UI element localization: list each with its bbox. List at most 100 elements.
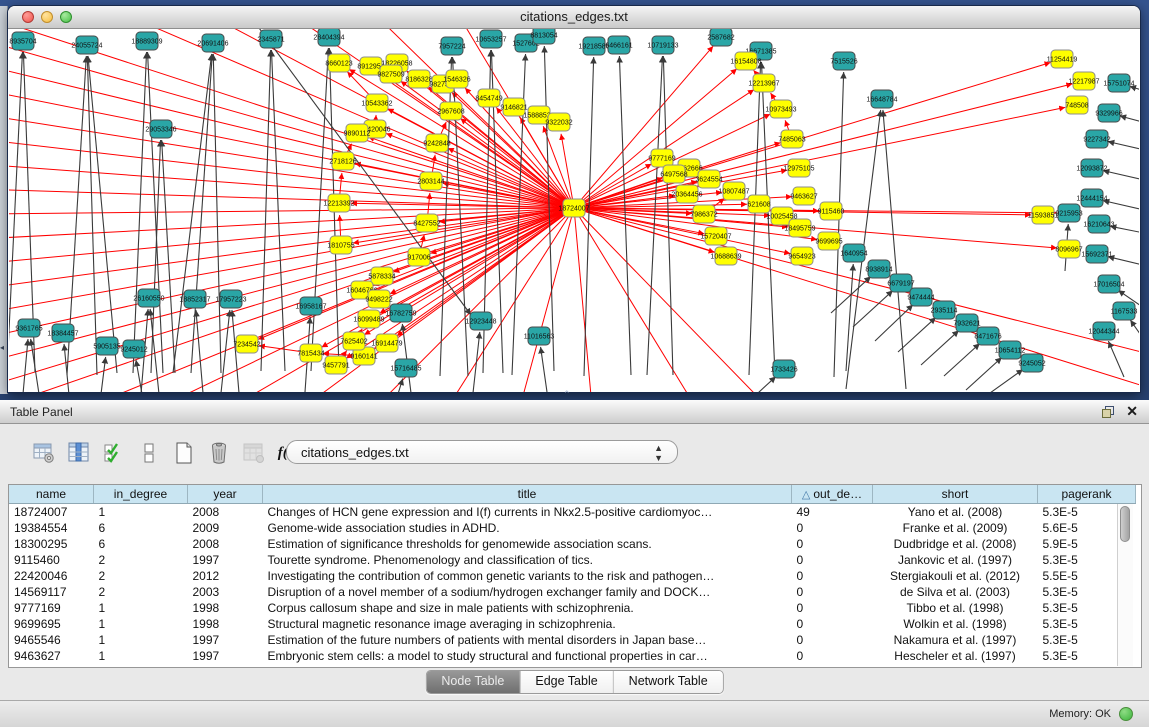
table-cell[interactable]: Franke et al. (2009) bbox=[873, 520, 1038, 536]
table-cell[interactable]: 1 bbox=[94, 600, 188, 616]
table-row[interactable]: 2242004622012Investigating the contribut… bbox=[9, 568, 1136, 584]
table-cell[interactable]: Genome-wide association studies in ADHD. bbox=[263, 520, 792, 536]
column-header-pagerank[interactable]: pagerank bbox=[1038, 485, 1136, 504]
table-cell[interactable]: 1997 bbox=[188, 552, 263, 568]
table-cell[interactable]: 9699695 bbox=[9, 616, 94, 632]
table-cell[interactable]: 2 bbox=[94, 568, 188, 584]
table-cell[interactable]: 2008 bbox=[188, 504, 263, 521]
collapse-left-arrow-icon[interactable]: ◂ bbox=[0, 344, 4, 352]
table-cell[interactable]: 0 bbox=[792, 568, 873, 584]
table-cell[interactable]: 1 bbox=[94, 648, 188, 664]
deselect-rows-icon[interactable] bbox=[135, 439, 163, 467]
table-cell[interactable]: Dudbridge et al. (2008) bbox=[873, 536, 1038, 552]
float-panel-icon[interactable] bbox=[1101, 405, 1115, 419]
table-cell[interactable]: 2008 bbox=[188, 536, 263, 552]
table-cell[interactable]: 6 bbox=[94, 536, 188, 552]
table-cell[interactable]: Jankovic et al. (1997) bbox=[873, 552, 1038, 568]
select-all-rows-icon[interactable] bbox=[100, 439, 128, 467]
table-cell[interactable]: Estimation of significance thresholds fo… bbox=[263, 536, 792, 552]
table-cell[interactable]: 0 bbox=[792, 616, 873, 632]
table-cell[interactable]: 19384554 bbox=[9, 520, 94, 536]
scrollbar-thumb[interactable] bbox=[1120, 506, 1130, 542]
table-cell[interactable]: 22420046 bbox=[9, 568, 94, 584]
table-cell[interactable]: 1 bbox=[94, 632, 188, 648]
network-canvas[interactable]: 1872400789357042405572418889309206914062… bbox=[9, 29, 1139, 392]
table-cell[interactable]: 18300295 bbox=[9, 536, 94, 552]
control-panel-splitter[interactable]: ◂ bbox=[0, 6, 8, 394]
table-cell[interactable]: 14569117 bbox=[9, 584, 94, 600]
select-column-icon[interactable] bbox=[65, 439, 93, 467]
citation-network-graph[interactable]: 1872400789357042405572418889309206914062… bbox=[9, 29, 1139, 392]
table-cell[interactable]: Tourette syndrome. Phenomenology and cla… bbox=[263, 552, 792, 568]
table-cell[interactable]: 0 bbox=[792, 600, 873, 616]
tab-network-table[interactable]: Network Table bbox=[614, 671, 723, 693]
node-table[interactable]: namein_degreeyeartitle△out_de…shortpager… bbox=[8, 484, 1142, 668]
tab-edge-table[interactable]: Edge Table bbox=[520, 671, 613, 693]
table-cell[interactable]: 9115460 bbox=[9, 552, 94, 568]
table-cell[interactable]: Disruption of a novel member of a sodium… bbox=[263, 584, 792, 600]
table-cell[interactable]: 2009 bbox=[188, 520, 263, 536]
table-cell[interactable]: 0 bbox=[792, 632, 873, 648]
table-cell[interactable]: Tibbo et al. (1998) bbox=[873, 600, 1038, 616]
column-header-short[interactable]: short bbox=[873, 485, 1038, 504]
table-cell[interactable]: 0 bbox=[792, 520, 873, 536]
tab-node-table[interactable]: Node Table bbox=[426, 671, 520, 693]
table-cell[interactable]: 9777169 bbox=[9, 600, 94, 616]
table-vertical-scrollbar[interactable] bbox=[1117, 504, 1133, 666]
table-cell[interactable]: 2 bbox=[94, 584, 188, 600]
table-cell[interactable]: Investigating the contribution of common… bbox=[263, 568, 792, 584]
table-cell[interactable]: Embryonic stem cells: a model to study s… bbox=[263, 648, 792, 664]
table-cell[interactable]: 9465546 bbox=[9, 632, 94, 648]
table-cell[interactable]: Structural magnetic resonance image aver… bbox=[263, 616, 792, 632]
table-cell[interactable]: 0 bbox=[792, 648, 873, 664]
table-row[interactable]: 1830029562008Estimation of significance … bbox=[9, 536, 1136, 552]
memory-status-indicator[interactable] bbox=[1119, 707, 1133, 721]
column-header-in_degree[interactable]: in_degree bbox=[94, 485, 188, 504]
table-cell[interactable]: 49 bbox=[792, 504, 873, 521]
table-row[interactable]: 911546021997Tourette syndrome. Phenomeno… bbox=[9, 552, 1136, 568]
table-cell[interactable]: 1 bbox=[94, 616, 188, 632]
table-cell[interactable]: Corpus callosum shape and size in male p… bbox=[263, 600, 792, 616]
table-cell[interactable]: de Silva et al. (2003) bbox=[873, 584, 1038, 600]
table-cell[interactable]: Wolkin et al. (1998) bbox=[873, 616, 1038, 632]
column-header-title[interactable]: title bbox=[263, 485, 792, 504]
new-table-icon[interactable] bbox=[170, 439, 198, 467]
table-cell[interactable]: 2 bbox=[94, 552, 188, 568]
table-row[interactable]: 1456911722003Disruption of a novel membe… bbox=[9, 584, 1136, 600]
import-table-icon[interactable] bbox=[240, 439, 268, 467]
table-row[interactable]: 946554611997Estimation of the future num… bbox=[9, 632, 1136, 648]
close-panel-icon[interactable]: ✕ bbox=[1126, 403, 1138, 420]
table-cell[interactable]: 2012 bbox=[188, 568, 263, 584]
table-cell[interactable]: 18724007 bbox=[9, 504, 94, 521]
table-cell[interactable]: 9463627 bbox=[9, 648, 94, 664]
table-cell[interactable]: Estimation of the future numbers of pati… bbox=[263, 632, 792, 648]
table-cell[interactable]: 1997 bbox=[188, 632, 263, 648]
table-cell[interactable]: Yano et al. (2008) bbox=[873, 504, 1038, 521]
table-row[interactable]: 1938455462009Genome-wide association stu… bbox=[9, 520, 1136, 536]
table-settings-icon[interactable] bbox=[30, 439, 58, 467]
delete-table-icon[interactable] bbox=[205, 439, 233, 467]
table-cell[interactable]: 6 bbox=[94, 520, 188, 536]
table-cell[interactable]: 1 bbox=[94, 504, 188, 521]
pane-split-grip[interactable]: ⌃ bbox=[563, 390, 571, 399]
table-cell[interactable]: 0 bbox=[792, 552, 873, 568]
table-cell[interactable]: Changes of HCN gene expression and I(f) … bbox=[263, 504, 792, 521]
table-cell[interactable]: Stergiakouli et al. (2012) bbox=[873, 568, 1038, 584]
table-row[interactable]: 946362711997Embryonic stem cells: a mode… bbox=[9, 648, 1136, 664]
table-cell[interactable]: 1998 bbox=[188, 616, 263, 632]
table-cell[interactable]: 0 bbox=[792, 536, 873, 552]
table-cell[interactable]: Nakamura et al. (1997) bbox=[873, 632, 1038, 648]
table-cell[interactable]: 0 bbox=[792, 584, 873, 600]
table-row[interactable]: 969969511998Structural magnetic resonanc… bbox=[9, 616, 1136, 632]
network-window-titlebar[interactable]: citations_edges.txt bbox=[8, 6, 1140, 29]
table-cell[interactable]: 2003 bbox=[188, 584, 263, 600]
table-cell[interactable]: Hescheler et al. (1997) bbox=[873, 648, 1038, 664]
table-selector-dropdown[interactable]: citations_edges.txt ▲▼ bbox=[286, 440, 678, 464]
table-cell[interactable]: 1997 bbox=[188, 648, 263, 664]
table-row[interactable]: 1872400712008Changes of HCN gene express… bbox=[9, 504, 1136, 521]
table-cell[interactable]: 1998 bbox=[188, 600, 263, 616]
column-header-year[interactable]: year bbox=[188, 485, 263, 504]
column-header-name[interactable]: name bbox=[9, 485, 94, 504]
column-header-out_de[interactable]: △out_de… bbox=[792, 485, 873, 504]
table-row[interactable]: 977716911998Corpus callosum shape and si… bbox=[9, 600, 1136, 616]
